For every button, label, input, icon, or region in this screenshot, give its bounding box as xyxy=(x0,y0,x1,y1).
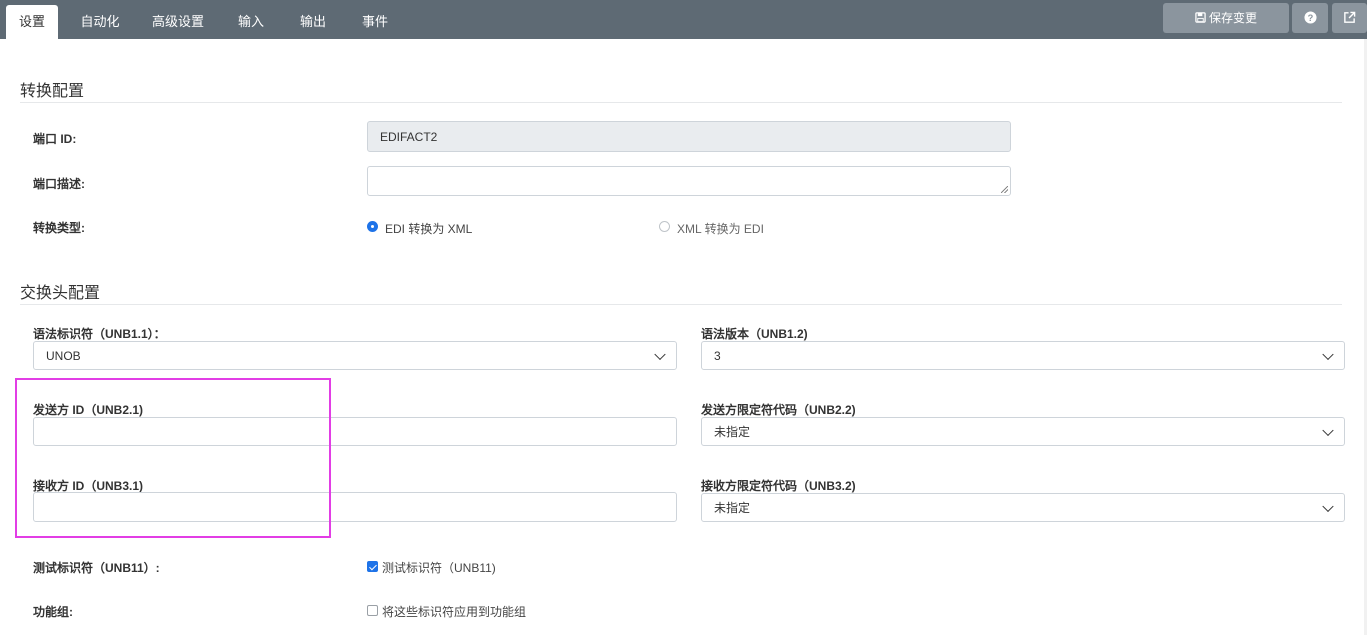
top-nav-bar: 设置 自动化 高级设置 输入 输出 事件 保存变更 ? xyxy=(0,0,1367,39)
sender-qualifier-select[interactable]: 未指定 xyxy=(701,417,1345,446)
save-changes-button[interactable]: 保存变更 xyxy=(1163,3,1289,33)
sender-id-field[interactable] xyxy=(33,417,677,446)
tab-input[interactable]: 输入 xyxy=(226,5,276,39)
functional-group-label: 功能组: xyxy=(33,605,73,619)
port-description-label: 端口描述: xyxy=(33,177,85,191)
syntax-identifier-select[interactable]: UNOB xyxy=(33,341,677,370)
chevron-down-icon xyxy=(1322,500,1334,512)
divider xyxy=(20,102,1342,103)
receiver-id-field[interactable] xyxy=(33,492,677,522)
resize-handle-icon[interactable] xyxy=(1001,186,1008,193)
port-id-field[interactable]: EDIFACT2 xyxy=(367,121,1011,152)
chevron-down-icon xyxy=(1322,424,1334,436)
interchange-section-title: 交换头配置 xyxy=(20,285,101,302)
tab-advanced-settings[interactable]: 高级设置 xyxy=(142,5,214,39)
port-id-value: EDIFACT2 xyxy=(380,129,438,144)
test-indicator-checkbox-label[interactable]: 测试标识符（UNB11) xyxy=(382,559,496,576)
syntax-version-select[interactable]: 3 xyxy=(701,341,1345,370)
radio-edi-to-xml[interactable] xyxy=(367,221,378,232)
radio-xml-to-edi[interactable] xyxy=(659,221,670,232)
receiver-qualifier-label: 接收方限定符代码（UNB3.2) xyxy=(701,479,856,493)
conversion-section-title: 转换配置 xyxy=(20,83,85,100)
save-icon xyxy=(1195,12,1206,23)
conversion-type-label: 转换类型: xyxy=(33,221,85,235)
functional-group-checkbox[interactable] xyxy=(367,605,378,616)
divider xyxy=(20,304,1342,305)
svg-text:?: ? xyxy=(1307,13,1313,23)
save-changes-label: 保存变更 xyxy=(1208,11,1257,25)
test-indicator-label: 测试标识符（UNB11）: xyxy=(33,561,160,575)
test-indicator-checkbox[interactable] xyxy=(367,561,378,572)
tab-automation[interactable]: 自动化 xyxy=(70,5,130,39)
syntax-version-value: 3 xyxy=(714,348,721,363)
help-button[interactable]: ? xyxy=(1292,3,1328,33)
tab-settings[interactable]: 设置 xyxy=(6,5,58,39)
external-link-icon xyxy=(1344,11,1356,23)
sender-id-label: 发送方 ID（UNB2.1) xyxy=(33,403,144,417)
syntax-identifier-label: 语法标识符（UNB1.1）： xyxy=(33,327,166,341)
port-description-textarea[interactable] xyxy=(367,166,1011,196)
chevron-down-icon xyxy=(654,348,666,360)
tab-events[interactable]: 事件 xyxy=(350,5,400,39)
sender-qualifier-value: 未指定 xyxy=(714,425,751,439)
syntax-identifier-value: UNOB xyxy=(46,348,81,363)
radio-xml-to-edi-label[interactable]: XML 转换为 EDI xyxy=(677,220,764,237)
port-id-label: 端口 ID: xyxy=(33,132,77,146)
radio-edi-to-xml-label[interactable]: EDI 转换为 XML xyxy=(385,220,472,237)
receiver-qualifier-select[interactable]: 未指定 xyxy=(701,493,1345,522)
open-external-button[interactable] xyxy=(1332,3,1367,33)
syntax-version-label: 语法版本（UNB1.2) xyxy=(701,327,808,341)
question-circle-icon: ? xyxy=(1303,11,1317,24)
functional-group-checkbox-label[interactable]: 将这些标识符应用到功能组 xyxy=(382,603,526,620)
chevron-down-icon xyxy=(1322,348,1334,360)
sender-qualifier-label: 发送方限定符代码（UNB2.2) xyxy=(701,403,856,417)
tab-output[interactable]: 输出 xyxy=(288,5,338,39)
receiver-qualifier-value: 未指定 xyxy=(714,501,751,515)
